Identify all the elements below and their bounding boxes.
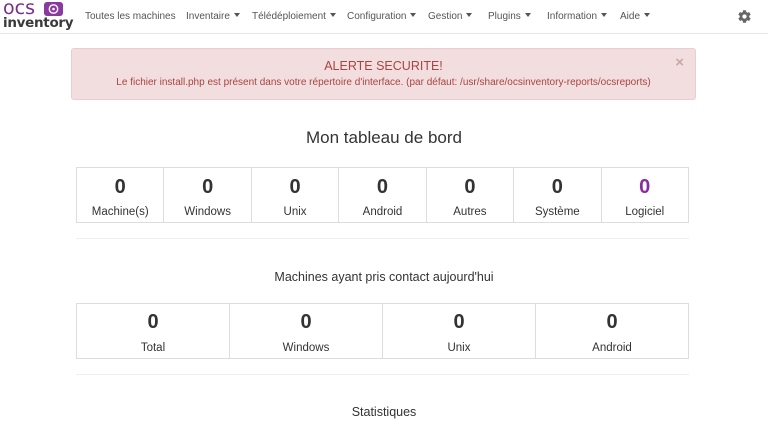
caret-down-icon xyxy=(601,13,608,17)
nav-item-information[interactable]: Information xyxy=(547,10,608,24)
stat-value: 0 xyxy=(639,176,651,198)
nav-item-teledeploiement[interactable]: Télédéploiement xyxy=(252,10,336,24)
stat-machines[interactable]: 0 Machine(s) xyxy=(77,168,165,222)
gear-icon[interactable] xyxy=(737,9,752,24)
stat-label: Android xyxy=(592,342,632,354)
contact-today-title: Machines ayant pris contact aujourd'hui xyxy=(274,270,494,284)
nav-item-label: Information xyxy=(547,11,598,22)
stat-value: 0 xyxy=(289,176,301,198)
stat-value: 0 xyxy=(147,311,159,333)
nav-item-gestion[interactable]: Gestion xyxy=(428,10,473,24)
stat-windows[interactable]: 0 Windows xyxy=(230,304,383,358)
alert-message: Le fichier install.php est présent dans … xyxy=(116,77,651,88)
stat-label: Windows xyxy=(184,206,231,218)
alert-title: ALERTE SECURITE! xyxy=(324,59,443,73)
stat-label: Autres xyxy=(453,206,487,218)
stat-unix[interactable]: 0 Unix xyxy=(252,168,340,222)
stat-value: 0 xyxy=(300,311,312,333)
stat-unix[interactable]: 0 Unix xyxy=(383,304,536,358)
section-divider xyxy=(76,238,689,239)
stat-total[interactable]: 0 Total xyxy=(77,304,230,358)
stat-value: 0 xyxy=(376,176,389,198)
stat-autres[interactable]: 0 Autres xyxy=(427,168,515,222)
stat-label: Logiciel xyxy=(625,206,665,218)
nav-item-label: Plugins xyxy=(488,11,521,22)
contact-stats-table: 0 Total 0 Windows 0 Unix 0 Android xyxy=(76,303,689,359)
dashboard-title: Mon tableau de bord xyxy=(306,128,462,147)
nav-item-label: Télédéploiement xyxy=(252,11,326,22)
stat-windows[interactable]: 0 Windows xyxy=(164,168,252,222)
nav-item-label: Gestion xyxy=(428,11,463,22)
statistics-title: Statistiques xyxy=(351,405,417,419)
nav-item-label: Inventaire xyxy=(186,11,230,22)
nav-item-aide[interactable]: Aide xyxy=(620,10,651,24)
stat-logiciel[interactable]: 0 Logiciel xyxy=(602,168,688,222)
close-icon[interactable]: × xyxy=(675,55,684,71)
stat-android[interactable]: 0 Android xyxy=(536,304,688,358)
logo-badge-icon xyxy=(44,2,63,16)
stat-value: 0 xyxy=(551,176,563,198)
caret-down-icon xyxy=(233,13,240,17)
security-alert: ALERTE SECURITE! Le fichier install.php … xyxy=(71,48,696,100)
nav-item-inventaire[interactable]: Inventaire xyxy=(186,10,240,24)
stat-label: Système xyxy=(534,206,580,218)
stat-label: Unix xyxy=(283,206,307,218)
stat-label: Android xyxy=(362,206,403,218)
caret-down-icon xyxy=(410,13,417,17)
caret-down-icon xyxy=(524,13,531,17)
stat-value: 0 xyxy=(606,311,618,333)
stat-android[interactable]: 0 Android xyxy=(339,168,427,222)
stat-value: 0 xyxy=(114,176,126,198)
stat-label: Windows xyxy=(282,342,330,354)
dashboard-stats-table: 0 Machine(s) 0 Windows 0 Unix 0 Android … xyxy=(76,167,689,223)
stat-label: Total xyxy=(140,342,166,354)
nav-item-label: Aide xyxy=(620,11,641,22)
nav-item-label: Toutes les machines xyxy=(85,11,176,22)
stat-value: 0 xyxy=(464,176,476,198)
top-navbar: OCS inventory Toutes les machines Invent… xyxy=(0,0,768,34)
stat-label: Unix xyxy=(447,342,471,354)
stat-systeme[interactable]: 0 Système xyxy=(514,168,602,222)
caret-down-icon xyxy=(466,13,473,17)
nav-item-label: Configuration xyxy=(347,11,407,22)
stat-label: Machine(s) xyxy=(91,206,149,218)
stat-value: 0 xyxy=(453,311,465,333)
caret-down-icon xyxy=(329,13,336,17)
nav-item-plugins[interactable]: Plugins xyxy=(488,10,531,24)
nav-item-configuration[interactable]: Configuration xyxy=(347,10,417,24)
caret-down-icon xyxy=(644,13,651,17)
stat-value: 0 xyxy=(202,176,214,198)
section-divider xyxy=(76,374,689,375)
nav-item-toutes-les-machines[interactable]: Toutes les machines xyxy=(85,10,176,24)
ocs-inventory-logo[interactable]: OCS inventory xyxy=(3,0,74,33)
logo-inventory-text: inventory xyxy=(3,15,74,31)
